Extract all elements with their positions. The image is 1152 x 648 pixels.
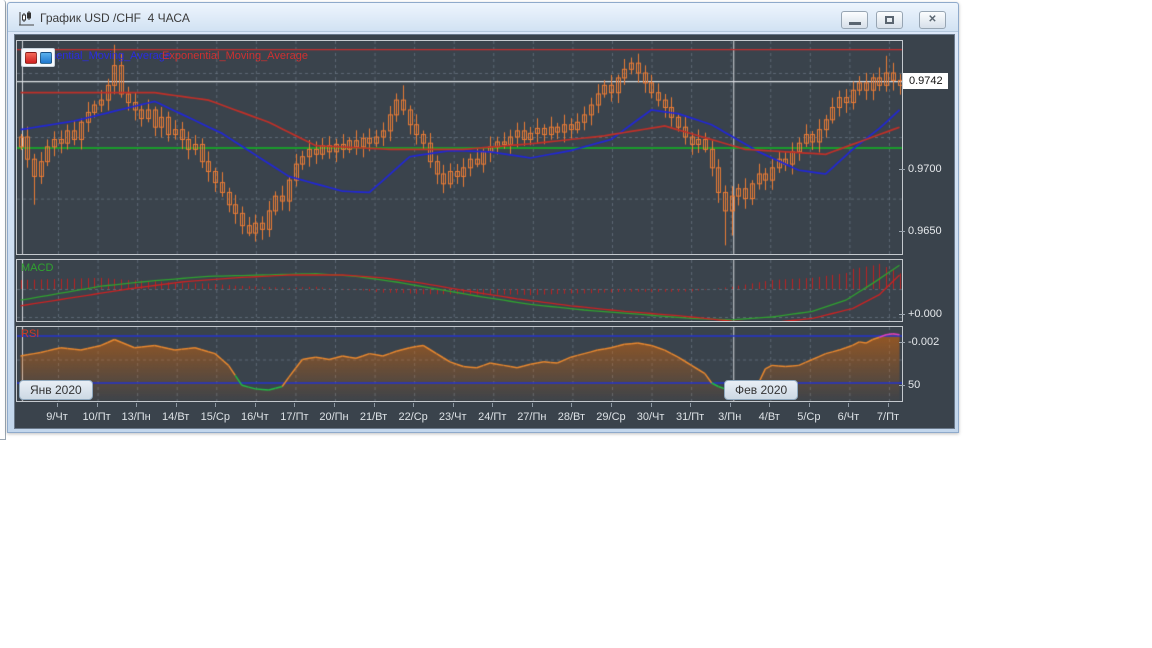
price-chart-canvas[interactable] (17, 41, 902, 254)
x-axis-label: 21/Вт (360, 411, 387, 423)
x-axis-tick (690, 403, 691, 407)
x-axis-label: 10/Пт (82, 411, 110, 423)
x-axis-tick (374, 403, 375, 407)
x-axis-label: 30/Чт (637, 411, 665, 423)
macd-label: MACD (21, 262, 53, 274)
x-axis-label: 20/Пн (319, 411, 348, 423)
x-axis-label: 22/Ср (398, 411, 427, 423)
candlestick-chart-icon (18, 9, 36, 27)
x-axis-tick (730, 403, 731, 407)
x-axis-tick (413, 403, 414, 407)
x-axis-tick (492, 403, 493, 407)
x-axis-label: 17/Пт (280, 411, 308, 423)
price-panel[interactable]: Exponential_Moving_Average Exponential_M… (16, 40, 903, 255)
macd-axis-label: -0.002 (908, 336, 939, 348)
x-axis[interactable]: 9/Чт 10/Пт 13/Пн 14/Вт 15/Ср 16/Чт 17/Пт 20/Пн 2… (15, 403, 956, 430)
x-axis-label: 29/Ср (596, 411, 625, 423)
x-axis-label: 31/Пт (676, 411, 704, 423)
x-axis-label: 13/Пн (121, 411, 150, 423)
x-axis-tick (255, 403, 256, 407)
x-axis-label: 27/Пн (517, 411, 546, 423)
x-axis-label: 16/Чт (241, 411, 269, 423)
x-axis-tick (176, 403, 177, 407)
rsi-label: RSI (21, 328, 39, 340)
x-axis-label: 4/Вт (759, 411, 780, 423)
month-badge-january: Янв 2020 (19, 380, 93, 400)
window-titlebar[interactable]: График USD /CHF 4 ЧАСА ✕ (8, 3, 958, 32)
red-indicator-button[interactable] (25, 52, 37, 64)
x-axis-label: 6/Чт (838, 411, 860, 423)
indicator-buttons-toolbar (21, 48, 55, 67)
x-axis-tick (611, 403, 612, 407)
x-axis-label: 7/Пт (877, 411, 899, 423)
rsi-axis-label: 50 (908, 379, 920, 391)
chart-client-area: Exponential_Moving_Average Exponential_M… (14, 34, 955, 429)
x-axis-label: 3/Пн (718, 411, 741, 423)
x-axis-tick (769, 403, 770, 407)
ema-red-legend-label: Exponential_Moving_Average (162, 50, 308, 62)
x-axis-tick (809, 403, 810, 407)
window-title: График USD /CHF 4 ЧАСА (40, 11, 190, 25)
blue-indicator-button[interactable] (40, 52, 52, 64)
x-axis-label: 23/Чт (439, 411, 467, 423)
macd-panel[interactable]: MACD (16, 259, 903, 322)
macd-axis-label: +0.000 (908, 308, 942, 320)
x-axis-tick (97, 403, 98, 407)
restore-button[interactable] (876, 11, 903, 29)
x-axis-tick (532, 403, 533, 407)
restore-icon (885, 16, 894, 24)
x-axis-tick (651, 403, 652, 407)
month-badge-february: Фев 2020 (724, 380, 798, 400)
x-axis-tick (888, 403, 889, 407)
x-axis-tick (215, 403, 216, 407)
price-axis-label: 0.9700 (908, 163, 942, 175)
current-price-badge: 0.9742 (903, 73, 948, 89)
collapsed-side-panel[interactable] (0, 0, 6, 440)
x-axis-tick (136, 403, 137, 407)
close-button[interactable]: ✕ (919, 11, 946, 29)
price-axis-label: 0.9650 (908, 225, 942, 237)
x-axis-tick (57, 403, 58, 407)
x-axis-label: 15/Ср (201, 411, 230, 423)
minimize-icon (849, 22, 861, 25)
macd-canvas[interactable] (17, 260, 902, 321)
minimize-button[interactable] (841, 11, 868, 29)
close-icon: ✕ (928, 14, 936, 25)
x-axis-tick (334, 403, 335, 407)
chart-window: График USD /CHF 4 ЧАСА ✕ Exponential_Mov… (7, 2, 959, 433)
x-axis-label: 14/Вт (162, 411, 189, 423)
x-axis-label: 24/Пт (478, 411, 506, 423)
x-axis-label: 9/Чт (46, 411, 68, 423)
x-axis-label: 28/Вт (558, 411, 585, 423)
x-axis-tick (453, 403, 454, 407)
x-axis-tick (848, 403, 849, 407)
x-axis-tick (571, 403, 572, 407)
x-axis-tick (294, 403, 295, 407)
x-axis-label: 5/Ср (797, 411, 820, 423)
